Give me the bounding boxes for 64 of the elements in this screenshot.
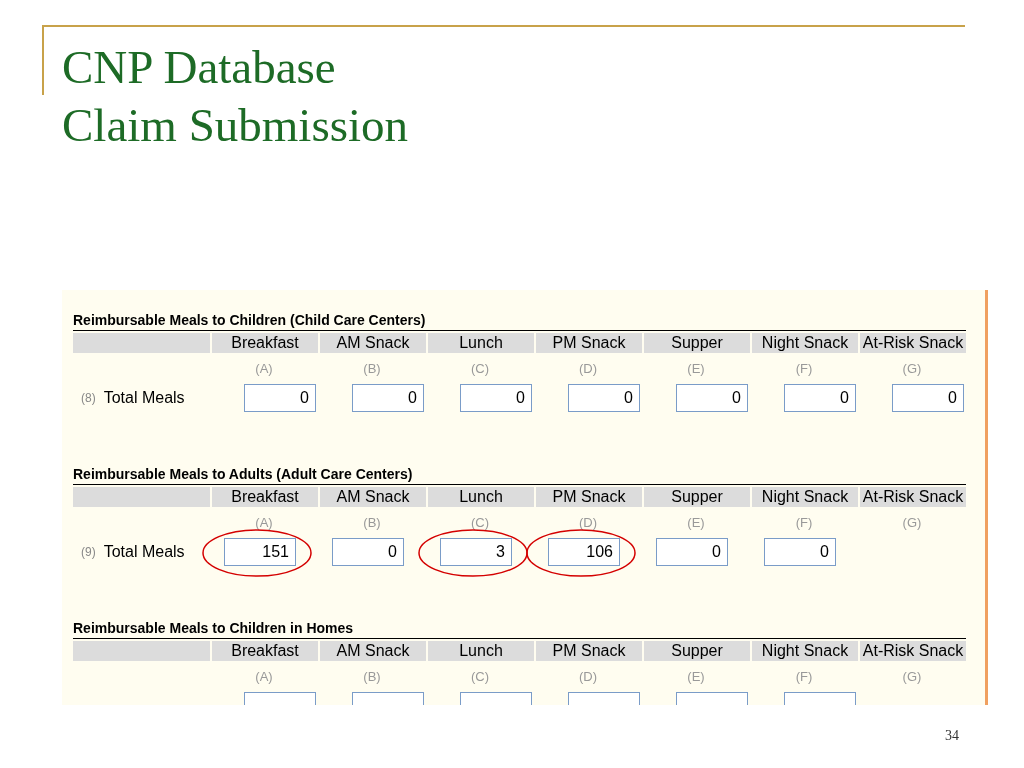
column-header: Breakfast bbox=[210, 487, 318, 507]
column-header: PM Snack bbox=[534, 333, 642, 353]
column-letter: (G) bbox=[902, 515, 922, 530]
column-header: At-Risk Snack bbox=[858, 487, 966, 507]
column-letter: (E) bbox=[687, 669, 705, 684]
slide-title: CNP Database Claim Submission bbox=[62, 40, 409, 153]
row-label: Total Meals bbox=[103, 543, 185, 561]
column-letter: (C) bbox=[470, 669, 489, 684]
column-header: PM Snack bbox=[534, 487, 642, 507]
column-header: Breakfast bbox=[210, 333, 318, 353]
column-header: Lunch bbox=[426, 641, 534, 661]
column-header: At-Risk Snack bbox=[858, 641, 966, 661]
section-heading: Reimbursable Meals to Children in Homes bbox=[73, 620, 966, 639]
column-header: Night Snack bbox=[750, 641, 858, 661]
meal-count-field[interactable]: 3 bbox=[440, 538, 512, 566]
column-letter: (G) bbox=[902, 361, 922, 376]
meal-count-field[interactable]: 151 bbox=[224, 538, 296, 566]
column-letter: (C) bbox=[470, 361, 489, 376]
line-number: (9) bbox=[81, 545, 96, 559]
column-header: AM Snack bbox=[318, 487, 426, 507]
column-letter: (A) bbox=[255, 361, 273, 376]
column-letter: (E) bbox=[687, 361, 705, 376]
column-header: Supper bbox=[642, 333, 750, 353]
column-letter: (B) bbox=[363, 669, 381, 684]
meal-count-field[interactable]: 0 bbox=[352, 384, 424, 412]
column-header: PM Snack bbox=[534, 641, 642, 661]
column-letter: (E) bbox=[687, 515, 705, 530]
meal-count-field[interactable]: 0 bbox=[460, 384, 532, 412]
column-letter: (F) bbox=[795, 361, 813, 376]
meal-count-field[interactable]: 0 bbox=[892, 384, 964, 412]
column-letter: (B) bbox=[363, 361, 381, 376]
column-header: Night Snack bbox=[750, 487, 858, 507]
column-letter: (G) bbox=[902, 669, 922, 684]
meal-count-field[interactable]: 0 bbox=[568, 384, 640, 412]
column-header: Breakfast bbox=[210, 641, 318, 661]
section-heading: Reimbursable Meals to Children (Child Care Centers) bbox=[73, 312, 966, 331]
column-header: Lunch bbox=[426, 333, 534, 353]
column-letter: (F) bbox=[795, 669, 813, 684]
column-letter: (F) bbox=[795, 515, 813, 530]
column-header: AM Snack bbox=[318, 333, 426, 353]
column-header: Lunch bbox=[426, 487, 534, 507]
column-header: Supper bbox=[642, 487, 750, 507]
meal-count-field[interactable]: 0 bbox=[332, 538, 404, 566]
column-letter: (C) bbox=[470, 515, 489, 530]
meal-count-field[interactable]: 106 bbox=[548, 538, 620, 566]
page-number: 34 bbox=[945, 728, 959, 744]
meal-count-field[interactable]: 0 bbox=[784, 384, 856, 412]
column-header: Supper bbox=[642, 641, 750, 661]
column-letter: (A) bbox=[255, 515, 273, 530]
meal-count-field[interactable]: 0 bbox=[244, 384, 316, 412]
column-letter: (D) bbox=[578, 515, 597, 530]
column-letter: (D) bbox=[578, 361, 597, 376]
column-letter: (D) bbox=[578, 669, 597, 684]
column-header: At-Risk Snack bbox=[858, 333, 966, 353]
line-number: (8) bbox=[81, 391, 96, 405]
column-header: AM Snack bbox=[318, 641, 426, 661]
column-letter: (B) bbox=[363, 515, 381, 530]
row-label: Total Meals bbox=[103, 389, 185, 407]
column-letter: (A) bbox=[255, 669, 273, 684]
meal-count-field[interactable]: 0 bbox=[764, 538, 836, 566]
meal-count-field[interactable]: 0 bbox=[656, 538, 728, 566]
column-header: Night Snack bbox=[750, 333, 858, 353]
meal-count-field[interactable]: 0 bbox=[676, 384, 748, 412]
section-heading: Reimbursable Meals to Adults (Adult Care Centers) bbox=[73, 466, 966, 485]
